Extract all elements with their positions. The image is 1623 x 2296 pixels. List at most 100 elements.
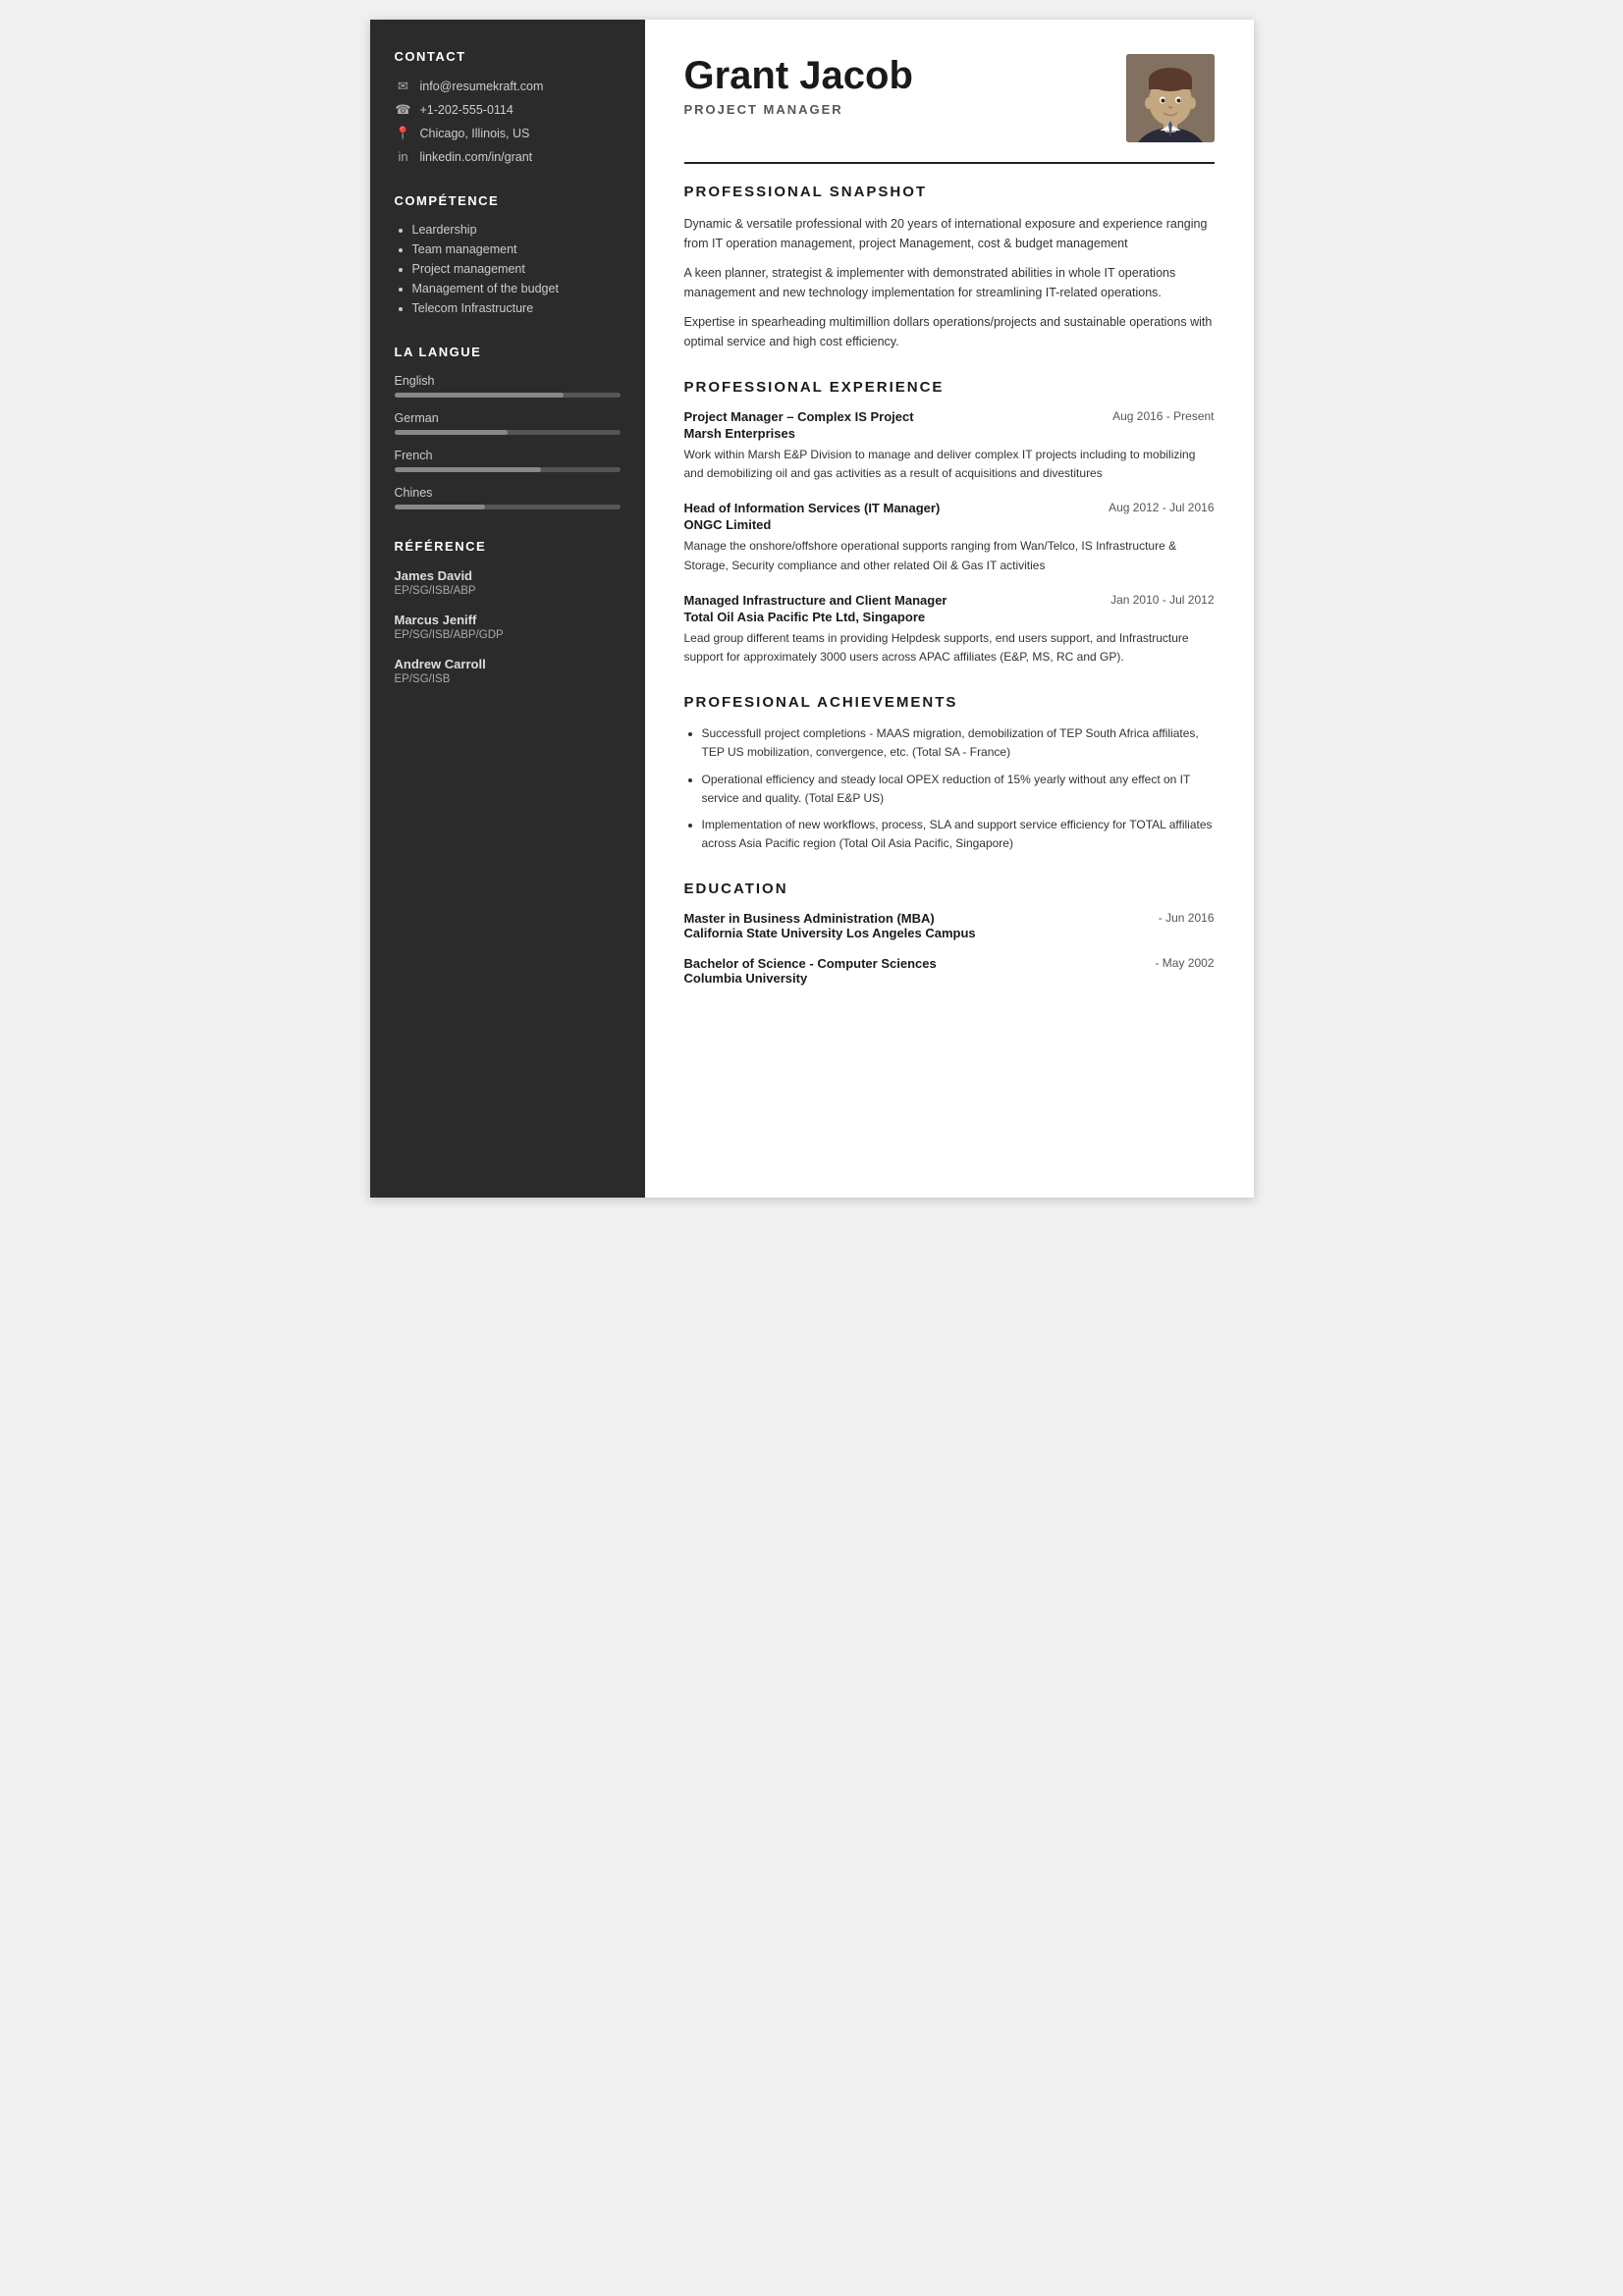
competence-item: Telecom Infrastructure xyxy=(412,301,621,315)
snapshot-title: PROFESSIONAL SNAPSHOT xyxy=(684,184,1215,200)
email-icon: ✉ xyxy=(395,79,412,94)
language-bar-background xyxy=(395,393,621,398)
profile-photo xyxy=(1126,54,1215,142)
experience-company: ONGC Limited xyxy=(684,517,1215,532)
experience-description: Work within Marsh E&P Division to manage… xyxy=(684,446,1215,483)
experience-header: Managed Infrastructure and Client Manage… xyxy=(684,593,1215,608)
contact-text: Chicago, Illinois, US xyxy=(420,127,530,140)
education-title: EDUCATION xyxy=(684,881,1215,897)
reference-name: James David xyxy=(395,568,621,583)
experience-company: Total Oil Asia Pacific Pte Ltd, Singapor… xyxy=(684,610,1215,624)
reference-item: Marcus Jeniff EP/SG/ISB/ABP/GDP xyxy=(395,613,621,641)
language-bar-background xyxy=(395,430,621,435)
language-title: LA LANGUE xyxy=(395,345,621,359)
experience-list: Project Manager – Complex IS Project Aug… xyxy=(684,409,1215,667)
education-date: - Jun 2016 xyxy=(1159,911,1215,925)
language-bar-background xyxy=(395,505,621,509)
reference-item: James David EP/SG/ISB/ABP xyxy=(395,568,621,597)
education-school: Columbia University xyxy=(684,971,937,986)
achievements-section: PROFESIONAL ACHIEVEMENTS Successfull pro… xyxy=(684,694,1215,853)
competence-item: Management of the budget xyxy=(412,282,621,295)
reference-detail: EP/SG/ISB xyxy=(395,673,621,685)
reference-name: Marcus Jeniff xyxy=(395,613,621,627)
experience-header: Project Manager – Complex IS Project Aug… xyxy=(684,409,1215,424)
snapshot-text: Dynamic & versatile professional with 20… xyxy=(684,214,1215,351)
experience-date: Aug 2012 - Jul 2016 xyxy=(1109,501,1214,514)
experience-item: Project Manager – Complex IS Project Aug… xyxy=(684,409,1215,483)
snapshot-section: PROFESSIONAL SNAPSHOT Dynamic & versatil… xyxy=(684,184,1215,351)
language-item: German xyxy=(395,411,621,435)
experience-description: Lead group different teams in providing … xyxy=(684,629,1215,667)
reference-detail: EP/SG/ISB/ABP xyxy=(395,585,621,597)
phone-icon: ☎ xyxy=(395,102,412,118)
language-name: German xyxy=(395,411,621,425)
contact-section: CONTACT ✉ info@resumekraft.com ☎+1-202-555… xyxy=(395,49,621,164)
education-degree: Bachelor of Science - Computer Sciences xyxy=(684,956,937,971)
experience-item: Head of Information Services (IT Manager… xyxy=(684,501,1215,574)
education-degree: Master in Business Administration (MBA) xyxy=(684,911,976,926)
education-left: Master in Business Administration (MBA) … xyxy=(684,911,976,940)
achievement-item: Operational efficiency and steady local … xyxy=(702,771,1215,808)
experience-header: Head of Information Services (IT Manager… xyxy=(684,501,1215,515)
experience-item: Managed Infrastructure and Client Manage… xyxy=(684,593,1215,667)
linkedin-icon: in xyxy=(395,149,412,164)
language-item: French xyxy=(395,449,621,472)
language-section: LA LANGUE English German French Chines xyxy=(395,345,621,509)
experience-section: PROFESSIONAL EXPERIENCE Project Manager … xyxy=(684,379,1215,667)
contact-item-location: 📍 Chicago, Illinois, US xyxy=(395,126,621,141)
contact-list: ✉ info@resumekraft.com ☎+1-202-555-0114 📍 Ch… xyxy=(395,79,621,164)
experience-role: Project Manager – Complex IS Project xyxy=(684,409,914,424)
reference-section: RÉFÉRENCE James David EP/SG/ISB/ABP Marc… xyxy=(395,539,621,685)
language-item: Chines xyxy=(395,486,621,509)
name-title-block: Grant Jacob PROJECT MANAGER xyxy=(684,54,1107,117)
competence-item: Project management xyxy=(412,262,621,276)
reference-detail: EP/SG/ISB/ABP/GDP xyxy=(395,629,621,641)
contact-text: info@resumekraft.com xyxy=(420,80,544,93)
experience-description: Manage the onshore/offshore operational … xyxy=(684,537,1215,574)
language-name: French xyxy=(395,449,621,462)
reference-item: Andrew Carroll EP/SG/ISB xyxy=(395,657,621,685)
job-title: PROJECT MANAGER xyxy=(684,102,1107,117)
snapshot-paragraph: Expertise in spearheading multimillion d… xyxy=(684,312,1215,351)
snapshot-paragraph: A keen planner, strategist & implementer… xyxy=(684,263,1215,302)
contact-item-linkedin: in linkedin.com/in/grant xyxy=(395,149,621,164)
sidebar: CONTACT ✉ info@resumekraft.com ☎+1-202-555… xyxy=(370,20,645,1198)
experience-role: Managed Infrastructure and Client Manage… xyxy=(684,593,947,608)
header: Grant Jacob PROJECT MANAGER xyxy=(684,54,1215,142)
contact-item-phone: ☎+1-202-555-0114 xyxy=(395,102,621,118)
education-item: Master in Business Administration (MBA) … xyxy=(684,911,1215,940)
contact-text: linkedin.com/in/grant xyxy=(420,150,533,164)
experience-date: Jan 2010 - Jul 2012 xyxy=(1110,593,1214,607)
language-bar-background xyxy=(395,467,621,472)
achievements-list: Successfull project completions - MAAS m… xyxy=(684,724,1215,853)
main-content: Grant Jacob PROJECT MANAGER xyxy=(645,20,1254,1198)
experience-role: Head of Information Services (IT Manager… xyxy=(684,501,941,515)
experience-title: PROFESSIONAL EXPERIENCE xyxy=(684,379,1215,396)
contact-item-email: ✉ info@resumekraft.com xyxy=(395,79,621,94)
language-list: English German French Chines xyxy=(395,374,621,509)
competence-list: LeardershipTeam managementProject manage… xyxy=(395,223,621,315)
location-icon: 📍 xyxy=(395,126,412,141)
header-divider xyxy=(684,162,1215,164)
competence-section: COMPÉTENCE LeardershipTeam managementPro… xyxy=(395,193,621,315)
experience-date: Aug 2016 - Present xyxy=(1112,409,1214,423)
snapshot-paragraph: Dynamic & versatile professional with 20… xyxy=(684,214,1215,253)
reference-name: Andrew Carroll xyxy=(395,657,621,671)
language-bar-fill xyxy=(395,467,542,472)
education-school: California State University Los Angeles … xyxy=(684,926,976,940)
education-item: Bachelor of Science - Computer Sciences … xyxy=(684,956,1215,986)
education-section: EDUCATION Master in Business Administrat… xyxy=(684,881,1215,986)
achievements-title: PROFESIONAL ACHIEVEMENTS xyxy=(684,694,1215,711)
education-date: - May 2002 xyxy=(1155,956,1214,970)
resume-container: CONTACT ✉ info@resumekraft.com ☎+1-202-555… xyxy=(370,20,1254,1198)
education-left: Bachelor of Science - Computer Sciences … xyxy=(684,956,937,986)
photo-placeholder xyxy=(1126,54,1215,142)
language-bar-fill xyxy=(395,393,565,398)
competence-title: COMPÉTENCE xyxy=(395,193,621,208)
language-name: Chines xyxy=(395,486,621,500)
achievement-item: Successfull project completions - MAAS m… xyxy=(702,724,1215,762)
contact-title: CONTACT xyxy=(395,49,621,64)
achievement-item: Implementation of new workflows, process… xyxy=(702,816,1215,853)
education-list: Master in Business Administration (MBA) … xyxy=(684,911,1215,986)
language-item: English xyxy=(395,374,621,398)
